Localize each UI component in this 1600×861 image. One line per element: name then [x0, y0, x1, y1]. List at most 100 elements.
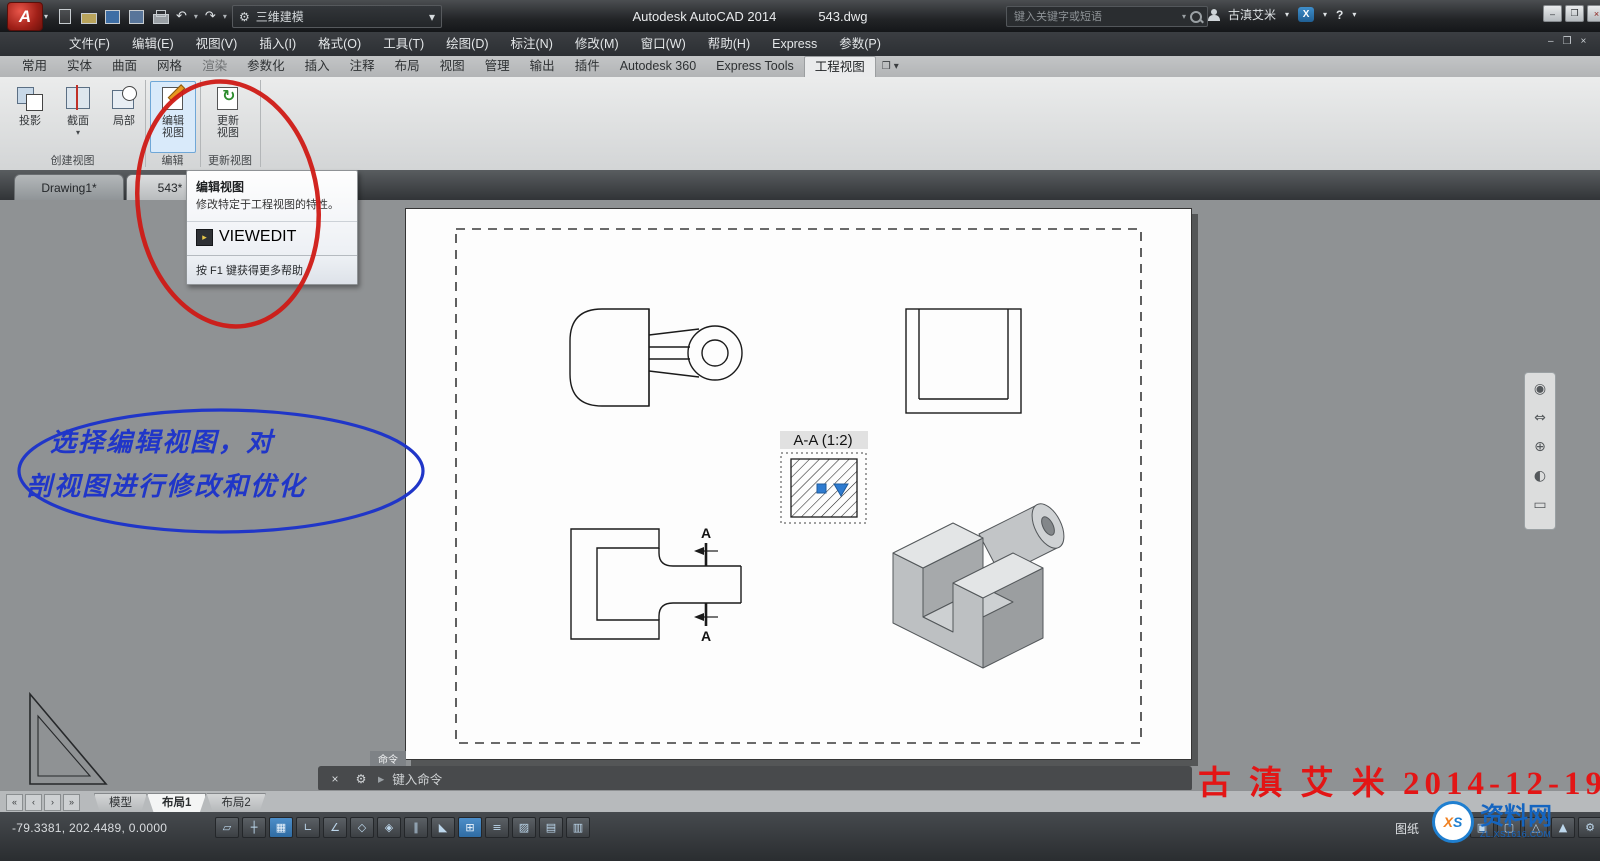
last-tab-icon[interactable]: » [63, 794, 80, 811]
workspace-switcher[interactable]: ⚙ 三维建模 ▾ [232, 5, 442, 28]
projection-view-button[interactable]: 投影 [8, 82, 52, 150]
grid-icon[interactable]: ▦ [269, 817, 293, 838]
menu-window[interactable]: 窗口(W) [630, 32, 697, 56]
section-view-button[interactable]: 截面 ▾ [56, 82, 100, 150]
ortho-icon[interactable]: ∟ [296, 817, 320, 838]
ribbon-tab-plugins[interactable]: 插件 [565, 56, 610, 77]
ribbon-tab-solid[interactable]: 实体 [57, 56, 102, 77]
command-prompt[interactable]: 键入命令 [392, 769, 442, 788]
menu-draw[interactable]: 绘图(D) [435, 32, 499, 56]
ducs-icon[interactable]: ◣ [431, 817, 455, 838]
ribbon-tab-manage[interactable]: 管理 [475, 56, 520, 77]
edit-view-button[interactable]: 编辑 视图 [150, 81, 196, 153]
dyn-icon[interactable]: ⊞ [458, 817, 482, 838]
first-tab-icon[interactable]: « [6, 794, 23, 811]
search-input[interactable] [1012, 10, 1178, 24]
ribbon-tab-insert[interactable]: 插入 [295, 56, 340, 77]
doc-restore-icon[interactable]: ❒ [1563, 36, 1572, 47]
command-customize-icon[interactable]: ⚙ [352, 770, 370, 788]
new-file-icon[interactable] [56, 9, 73, 24]
ribbon-display-icon[interactable]: ❒ [882, 61, 891, 72]
layout-paper[interactable]: A-A (1:2) [405, 208, 1192, 760]
save-icon[interactable] [104, 9, 121, 24]
drawing-canvas[interactable]: A-A (1:2) [0, 200, 1600, 790]
pan-icon[interactable]: ⇔ [1530, 408, 1550, 428]
ribbon-tab-surface[interactable]: 曲面 [102, 56, 147, 77]
ribbon-tab-render[interactable]: 渲染 [192, 56, 237, 77]
tab-model[interactable]: 模型 [94, 793, 147, 814]
prev-tab-icon[interactable]: ‹ [25, 794, 42, 811]
menu-tools[interactable]: 工具(T) [372, 32, 435, 56]
workspace-dropdown-icon[interactable]: ▾ [429, 10, 435, 24]
menu-file[interactable]: 文件(F) [58, 32, 121, 56]
paper-space-label[interactable]: 图纸 [1395, 820, 1419, 837]
section-dropdown-icon[interactable]: ▾ [56, 127, 100, 139]
lineweight-icon[interactable]: ≡ [485, 817, 509, 838]
save-as-icon[interactable] [128, 9, 145, 24]
ribbon-tab-mesh[interactable]: 网格 [147, 56, 192, 77]
undo-dropdown-icon[interactable]: ▾ [194, 12, 198, 21]
panel-title-edit[interactable]: 编辑 [145, 152, 200, 168]
showmotion-icon[interactable]: ▭ [1530, 495, 1550, 515]
close-button[interactable]: × [1587, 5, 1600, 22]
menu-express[interactable]: Express [761, 32, 828, 56]
infer-constraints-icon[interactable]: ▱ [215, 817, 239, 838]
detail-view-button[interactable]: 局部 [102, 82, 146, 150]
ribbon-tab-autodesk-360[interactable]: Autodesk 360 [610, 56, 706, 77]
search-dropdown-icon[interactable]: ▾ [1182, 12, 1186, 21]
transparency-icon[interactable]: ▨ [512, 817, 536, 838]
menu-format[interactable]: 格式(O) [307, 32, 372, 56]
menu-parametric[interactable]: 参数(P) [828, 32, 892, 56]
next-tab-icon[interactable]: › [44, 794, 61, 811]
otrack-icon[interactable]: ∥ [404, 817, 428, 838]
quick-properties-icon[interactable]: ▤ [539, 817, 563, 838]
section-view-a-a[interactable]: A-A (1:2) [780, 431, 868, 523]
menu-help[interactable]: 帮助(H) [697, 32, 761, 56]
panel-title-update-views[interactable]: 更新视图 [200, 152, 260, 168]
osnap-icon[interactable]: ◇ [350, 817, 374, 838]
menu-dimension[interactable]: 标注(N) [500, 32, 564, 56]
qat-dropdown-icon[interactable]: ▾ [223, 12, 227, 21]
help-icon[interactable]: ? [1336, 8, 1343, 22]
command-close-icon[interactable]: × [326, 770, 344, 788]
view-top-right[interactable] [906, 309, 1021, 413]
ribbon-tab-view[interactable]: 视图 [430, 56, 475, 77]
menu-modify[interactable]: 修改(M) [564, 32, 630, 56]
plot-icon[interactable] [152, 9, 169, 24]
redo-icon[interactable]: ↷ [205, 9, 216, 24]
panel-title-create-views[interactable]: 创建视图 [0, 152, 145, 168]
menu-edit[interactable]: 编辑(E) [121, 32, 185, 56]
logo-dropdown-icon[interactable]: ▾ [44, 12, 48, 21]
tab-layout2[interactable]: 布局2 [206, 793, 265, 814]
help-dropdown-icon[interactable]: ▾ [1352, 10, 1356, 19]
command-line[interactable]: × ⚙ ▸ 键入命令 [318, 766, 1192, 790]
menu-view[interactable]: 视图(V) [185, 32, 249, 56]
search-icon[interactable] [1190, 11, 1202, 23]
restore-button[interactable]: ❒ [1565, 5, 1584, 22]
orbit-icon[interactable]: ◐ [1530, 466, 1550, 486]
navigation-wheel-icon[interactable]: ◉ [1530, 379, 1550, 399]
selection-cycling-icon[interactable]: ▥ [566, 817, 590, 838]
tab-layout1[interactable]: 布局1 [147, 793, 206, 814]
update-view-button[interactable]: ↻ 更新 视图 [206, 82, 250, 150]
doc-minimize-icon[interactable]: – [1548, 36, 1554, 47]
doc-close-icon[interactable]: × [1581, 36, 1587, 47]
section-view-title[interactable]: A-A (1:2) [793, 432, 852, 449]
open-file-icon[interactable] [80, 9, 97, 24]
exchange-dropdown-icon[interactable]: ▾ [1323, 10, 1327, 19]
undo-icon[interactable]: ↶ [176, 9, 187, 24]
zoom-icon[interactable]: ⊕ [1530, 437, 1550, 457]
view-top-left[interactable] [570, 309, 742, 406]
command-window-tag[interactable]: 命令 [370, 751, 406, 766]
autocad-logo-icon[interactable]: A [7, 2, 43, 31]
ribbon-tab-home[interactable]: 常用 [12, 56, 57, 77]
menu-insert[interactable]: 插入(I) [248, 32, 307, 56]
signed-in-user[interactable]: 古滇艾米 [1228, 6, 1276, 23]
polar-icon[interactable]: ∠ [323, 817, 347, 838]
exchange-apps-icon[interactable]: X [1298, 7, 1314, 22]
view-isometric-3d[interactable] [893, 499, 1070, 668]
minimize-button[interactable]: – [1543, 5, 1562, 22]
file-tab-drawing1[interactable]: Drawing1* [14, 174, 124, 201]
view-bottom-left[interactable]: A A [571, 525, 741, 644]
3d-osnap-icon[interactable]: ◈ [377, 817, 401, 838]
